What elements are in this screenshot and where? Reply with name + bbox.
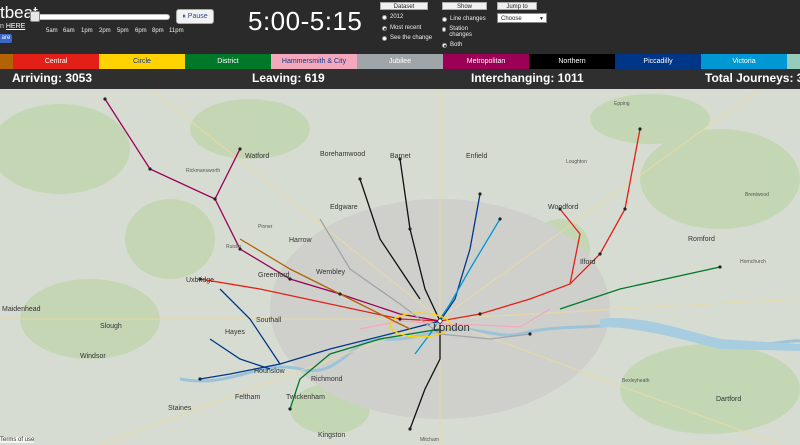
dataset-option-most-recent[interactable]: Most recent — [382, 25, 421, 31]
line-key-victoria[interactable]: Victoria — [701, 54, 787, 69]
place-label: Feltham — [235, 394, 261, 401]
place-label: Southall — [256, 317, 282, 324]
time-tick: 5pm — [117, 28, 129, 34]
interchanging-count: Interchanging: 1011 — [471, 71, 584, 85]
show-option-both[interactable]: Both — [442, 42, 462, 48]
place-label: Slough — [100, 323, 122, 330]
leaving-count: Leaving: 619 — [252, 71, 325, 85]
time-tick: 2pm — [99, 28, 111, 34]
place-label: Ruislip — [226, 244, 242, 250]
place-label: Twickenham — [286, 394, 325, 401]
time-tick: 1pm — [81, 28, 93, 34]
time-slider-handle[interactable] — [30, 11, 40, 22]
line-key-hammersmith-city[interactable]: Hammersmith & City — [271, 54, 357, 69]
map-view[interactable]: Watford Borehamwood Barnet Enfield Lough… — [0, 89, 800, 445]
place-label: Richmond — [311, 376, 343, 383]
radio-label: Both — [450, 42, 463, 48]
place-label: Kingston — [318, 432, 346, 439]
time-slider-track[interactable] — [30, 14, 170, 20]
time-tick: 8pm — [152, 28, 164, 34]
show-option-line-changes[interactable]: Line changes — [442, 16, 486, 22]
time-tick: 11pm — [169, 28, 184, 34]
place-label: Dartford — [716, 396, 742, 403]
time-tick: 5am — [46, 28, 58, 34]
line-key-jubilee[interactable]: Jubilee — [357, 54, 443, 69]
place-label: Wembley — [316, 269, 346, 276]
show-header: Show — [442, 2, 487, 10]
line-key-central[interactable]: Central — [13, 54, 99, 69]
radio-label: See the change — [390, 35, 433, 41]
radio-label: Most recent — [390, 25, 422, 31]
line-key-piccadilly[interactable]: Piccadilly — [615, 54, 701, 69]
radio-button[interactable] — [442, 16, 447, 22]
place-label: Greenford — [258, 272, 290, 279]
terms-of-use-link[interactable]: Terms of use — [0, 437, 35, 443]
app-subtitle: n HERE — [0, 23, 25, 30]
place-label: Uxbridge — [186, 277, 215, 284]
time-tick: 6pm — [135, 28, 147, 34]
line-key-partial[interactable] — [0, 54, 13, 69]
line-key-district[interactable]: District — [185, 54, 271, 69]
radio-button[interactable] — [442, 27, 447, 32]
radio-button-selected[interactable] — [442, 42, 447, 48]
jump-select-value: Choose — [501, 16, 522, 22]
dataset-option-2012[interactable]: 2012 — [382, 14, 403, 20]
place-label: Loughton — [566, 159, 587, 165]
place-label: Maidenhead — [2, 306, 41, 313]
total-journeys-count: Total Journeys: 305 — [705, 71, 800, 85]
line-key-metropolitan[interactable]: Metropolitan — [443, 54, 529, 69]
time-window-display: 5:00-5:15 — [248, 6, 363, 36]
dataset-option-see-change[interactable]: See the change — [382, 35, 432, 41]
place-label: Enfield — [466, 153, 488, 160]
place-label: Windsor — [80, 353, 106, 360]
place-label: Bexleyheath — [622, 378, 650, 384]
radio-button-selected[interactable] — [382, 25, 387, 31]
radio-label: 2012 — [390, 14, 404, 20]
place-label: Hornchurch — [740, 259, 766, 265]
radio-label: Station changes — [449, 26, 472, 38]
place-label: Hayes — [225, 329, 245, 336]
chevron-down-icon: ▼ — [539, 16, 544, 22]
place-label: Edgware — [330, 204, 358, 211]
place-label: Romford — [688, 236, 715, 243]
place-label: Rickmansworth — [186, 168, 221, 174]
jump-to-select[interactable]: Choose ▼ — [497, 13, 547, 23]
place-label: Staines — [168, 405, 192, 412]
line-key-bar: Central Circle District Hammersmith & City J… — [0, 54, 800, 69]
arriving-count: Arriving: 3053 — [12, 71, 93, 85]
share-button[interactable]: are — [0, 34, 12, 43]
line-key-circle[interactable]: Circle — [99, 54, 185, 69]
stats-bar: Arriving: 3053 Leaving: 619 Interchangin… — [0, 69, 800, 89]
radio-button[interactable] — [382, 35, 387, 41]
place-label: Watford — [245, 153, 270, 160]
pause-button[interactable]: ⏸ Pause — [176, 9, 214, 24]
place-label: Hounslow — [254, 368, 285, 375]
place-label-london: London — [433, 322, 470, 334]
place-label: Mitcham — [420, 437, 439, 443]
top-control-bar: tbeat n HERE are ⏸ Pause 5am 6am 1pm 2pm… — [0, 0, 800, 54]
subtitle-text: n — [0, 23, 4, 30]
place-label: Borehamwood — [320, 151, 366, 158]
map-canvas[interactable] — [0, 89, 800, 445]
line-key-northern[interactable]: Northern — [529, 54, 615, 69]
radio-button[interactable] — [382, 14, 387, 20]
dataset-header: Dataset — [380, 2, 428, 10]
line-key-partial[interactable] — [787, 54, 800, 69]
place-label: Woodford — [548, 204, 579, 211]
radio-label: Line changes — [450, 16, 486, 22]
place-label: Barnet — [390, 153, 411, 160]
place-label: Pinner — [258, 224, 273, 230]
place-label: Ilford — [580, 259, 596, 266]
place-label: Brentwood — [745, 192, 769, 198]
show-option-station-changes[interactable]: Station changes — [442, 26, 482, 38]
time-tick: 6am — [63, 28, 75, 34]
jump-header: Jump to — [497, 2, 537, 10]
place-label: Harrow — [289, 237, 312, 244]
place-label: Epping — [614, 101, 630, 107]
subtitle-link[interactable]: HERE — [6, 23, 25, 30]
